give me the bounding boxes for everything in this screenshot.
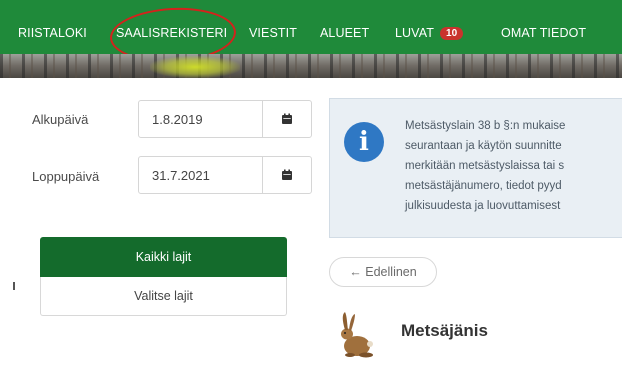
end-date-label: Loppupäivä (32, 169, 100, 184)
nav-item-viestit[interactable]: VIESTIT (249, 26, 297, 40)
info-text-line: merkitään metsästyslaissa tai s (405, 160, 565, 172)
info-icon: i (344, 122, 384, 162)
start-date-input[interactable] (139, 101, 263, 137)
top-navigation: RIISTALOKI SAALISREKISTERI VIESTIT ALUEE… (0, 0, 622, 54)
select-species-button[interactable]: Valitse lajit (40, 277, 287, 316)
end-date-field (138, 156, 312, 194)
hare-icon (341, 312, 373, 358)
nav-item-riistaloki[interactable]: RIISTALOKI (18, 26, 87, 40)
info-text-line: seurantaan ja käytön suunnitte (405, 140, 562, 152)
calendar-icon (282, 169, 292, 180)
species-title: Metsäjänis (401, 321, 488, 340)
nav-item-alueet[interactable]: ALUEET (320, 26, 369, 40)
nav-item-omat-tiedot[interactable]: OMAT TIEDOT (501, 26, 586, 40)
calendar-icon (282, 113, 292, 124)
luvat-count-badge: 10 (439, 27, 464, 40)
info-text-line: julkisuudesta ja luovuttamisest (405, 200, 561, 212)
yellow-highlight-mark (150, 56, 240, 78)
nav-item-saalisrekisteri[interactable]: SAALISREKISTERI (116, 26, 227, 40)
end-date-input[interactable] (139, 157, 263, 193)
nav-item-luvat[interactable]: LUVAT 10 (395, 26, 464, 40)
previous-button[interactable]: ← Edellinen (329, 257, 437, 287)
info-text-line: metsästäjänumero, tiedot pyyd (405, 180, 562, 192)
edge-mark (13, 282, 15, 290)
start-date-field (138, 100, 312, 138)
all-species-button[interactable]: Kaikki lajit (40, 237, 287, 277)
end-date-calendar-button[interactable] (263, 157, 311, 193)
start-date-calendar-button[interactable] (263, 101, 311, 137)
start-date-label: Alkupäivä (32, 112, 89, 127)
nav-item-luvat-label: LUVAT (395, 26, 434, 40)
info-text-line: Metsästyslain 38 b §:n mukaise (405, 120, 566, 132)
forest-banner-image (0, 54, 622, 78)
